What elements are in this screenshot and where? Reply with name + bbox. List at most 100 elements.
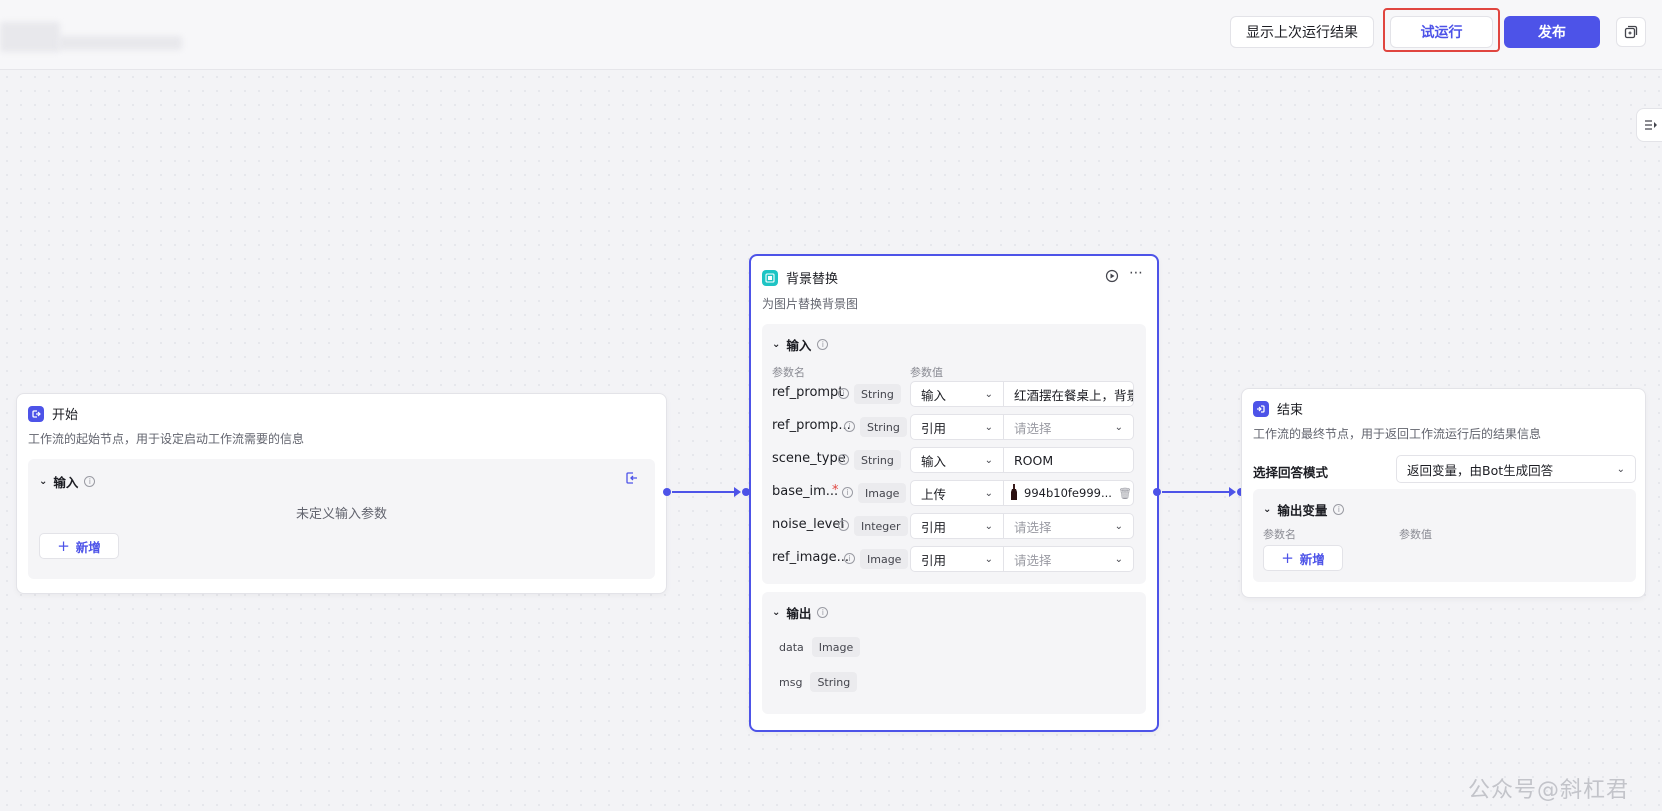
param-value-header: 参数值 (1399, 528, 1432, 541)
param-name: base_im... (772, 484, 839, 499)
param-value: ROOM (1014, 452, 1054, 468)
answer-mode-select[interactable]: 返回变量，由Bot生成回答 ⌄ (1396, 455, 1636, 483)
bg-output-port[interactable] (1153, 488, 1161, 496)
param-row: base_im... * i Image 上传 ⌄ 994b10fe999... … (772, 479, 1144, 507)
param-row: ref_image... i Image 引用 ⌄ 请选择 ⌄ (772, 545, 1144, 573)
end-output-panel: ⌄ 输出变量 i 参数名 参数值 + 新增 (1253, 489, 1636, 582)
answer-mode-label: 选择回答模式 (1253, 465, 1329, 480)
info-icon: i (844, 421, 855, 432)
delete-icon[interactable]: 🗑 (1118, 487, 1132, 500)
chevron-down-icon: ⌄ (984, 454, 993, 466)
param-value: 红酒摆在餐桌上，背景 (1014, 387, 1134, 403)
mode-select[interactable]: 引用 ⌄ (910, 414, 1004, 440)
add-label: 新增 (75, 539, 101, 555)
value-input[interactable]: ROOM (1004, 447, 1134, 473)
plus-icon: + (57, 537, 70, 555)
mode-value: 引用 (921, 420, 947, 436)
param-name: noise_level (772, 517, 844, 532)
info-icon: i (844, 553, 855, 564)
output-name: msg (779, 675, 803, 689)
start-add-button[interactable]: + 新增 (39, 533, 119, 559)
uploaded-file[interactable]: 994b10fe999... 🗑 (1004, 480, 1134, 506)
start-node-icon (28, 405, 44, 422)
mode-value: 上传 (921, 486, 947, 502)
output-item: data Image (779, 637, 861, 657)
answer-mode-value: 返回变量，由Bot生成回答 (1407, 462, 1554, 478)
type-tag: String (860, 417, 907, 437)
chevron-down-icon[interactable]: ⌄ (1263, 504, 1271, 515)
input-section-title: 输入 (786, 338, 812, 353)
edge-bg-to-end (1162, 491, 1231, 493)
start-node[interactable]: 开始 工作流的起始节点，用于设定启动工作流需要的信息 ⌄ 输入 i 未定义输入参… (16, 393, 667, 594)
output-section-title: 输出 (786, 606, 812, 621)
copy-icon[interactable] (1616, 17, 1646, 47)
end-node-title: 结束 (1277, 403, 1304, 418)
info-icon: i (84, 476, 96, 487)
mode-select[interactable]: 输入 ⌄ (910, 447, 1004, 473)
param-row: noise_level i Integer 引用 ⌄ 请选择 ⌄ (772, 512, 1144, 540)
placeholder-text: 请选择 (1014, 552, 1052, 568)
reference-select[interactable]: 请选择 ⌄ (1004, 546, 1134, 572)
reference-select[interactable]: 请选择 ⌄ (1004, 513, 1134, 539)
type-tag: String (854, 384, 901, 404)
mode-value: 引用 (921, 552, 947, 568)
param-row: scene_type i String 输入 ⌄ ROOM (772, 446, 1144, 474)
watermark: 公众号@斜杠君 (1468, 778, 1630, 803)
required-mark: * (832, 483, 839, 498)
placeholder-text: 请选择 (1014, 519, 1052, 535)
bg-replace-node[interactable]: 背景替换 ⋯ 为图片替换背景图 ⌄ 输入 i 参数名 参数值 ref_promp… (749, 254, 1159, 732)
param-row: ref_prompt i String 输入 ⌄ 红酒摆在餐桌上，背景 (772, 380, 1144, 408)
chevron-down-icon: ⌄ (1616, 463, 1625, 475)
mode-select[interactable]: 输入 ⌄ (910, 381, 1004, 407)
plus-icon: + (1281, 549, 1294, 567)
start-output-port[interactable] (663, 488, 671, 496)
param-name-header: 参数名 (772, 366, 805, 379)
chevron-down-icon[interactable]: ⌄ (772, 339, 780, 350)
param-name: ref_prompt (772, 385, 844, 400)
edge-start-to-bg (672, 491, 736, 493)
chevron-down-icon[interactable]: ⌄ (39, 476, 47, 487)
end-node[interactable]: 结束 工作流的最终节点，用于返回工作流运行后的结果信息 选择回答模式 返回变量，… (1241, 388, 1646, 598)
chevron-down-icon: ⌄ (1114, 421, 1123, 433)
bg-node-description: 为图片替换背景图 (762, 297, 859, 311)
show-last-result-button[interactable]: 显示上次运行结果 (1230, 16, 1374, 48)
mode-value: 引用 (921, 519, 947, 535)
image-node-icon (762, 269, 778, 286)
output-name: data (779, 640, 804, 654)
input-section-title: 输入 (53, 475, 79, 490)
value-input[interactable]: 红酒摆在餐桌上，背景 (1004, 381, 1134, 407)
wine-bottle-thumbnail-icon (1010, 483, 1018, 503)
run-node-icon[interactable] (1105, 269, 1119, 287)
info-icon: i (838, 454, 849, 465)
start-node-description: 工作流的起始节点，用于设定启动工作流需要的信息 (28, 432, 305, 446)
start-node-title: 开始 (52, 408, 79, 423)
more-options-icon[interactable]: ⋯ (1129, 265, 1144, 281)
chevron-down-icon[interactable]: ⌄ (772, 607, 780, 618)
param-name: ref_promp... (772, 418, 851, 433)
chevron-down-icon: ⌄ (984, 553, 993, 565)
chevron-down-icon: ⌄ (984, 520, 993, 532)
mode-select[interactable]: 引用 ⌄ (910, 546, 1004, 572)
reference-select[interactable]: 请选择 ⌄ (1004, 414, 1134, 440)
output-variable-title: 输出变量 (1277, 503, 1328, 518)
chevron-down-icon: ⌄ (984, 421, 993, 433)
mode-select[interactable]: 上传 ⌄ (910, 480, 1004, 506)
side-panel-toggle-icon[interactable] (1636, 108, 1662, 142)
chevron-down-icon: ⌄ (984, 487, 993, 499)
workflow-title-blurred (0, 22, 185, 58)
file-name: 994b10fe999... (1024, 486, 1112, 500)
input-settings-icon[interactable] (625, 471, 639, 489)
param-row: ref_promp... i String 引用 ⌄ 请选择 ⌄ (772, 413, 1144, 441)
type-tag: Image (860, 549, 909, 569)
empty-input-text: 未定义输入参数 (295, 507, 387, 522)
info-icon: i (838, 520, 849, 531)
trial-run-button[interactable]: 试运行 (1390, 16, 1493, 48)
type-tag: Image (858, 483, 907, 503)
mode-select[interactable]: 引用 ⌄ (910, 513, 1004, 539)
end-add-button[interactable]: + 新增 (1263, 545, 1343, 571)
end-node-icon (1253, 400, 1269, 417)
publish-button[interactable]: 发布 (1504, 16, 1600, 48)
param-name-header: 参数名 (1263, 528, 1296, 541)
bg-node-title: 背景替换 (786, 272, 839, 287)
chevron-down-icon: ⌄ (1114, 520, 1123, 532)
